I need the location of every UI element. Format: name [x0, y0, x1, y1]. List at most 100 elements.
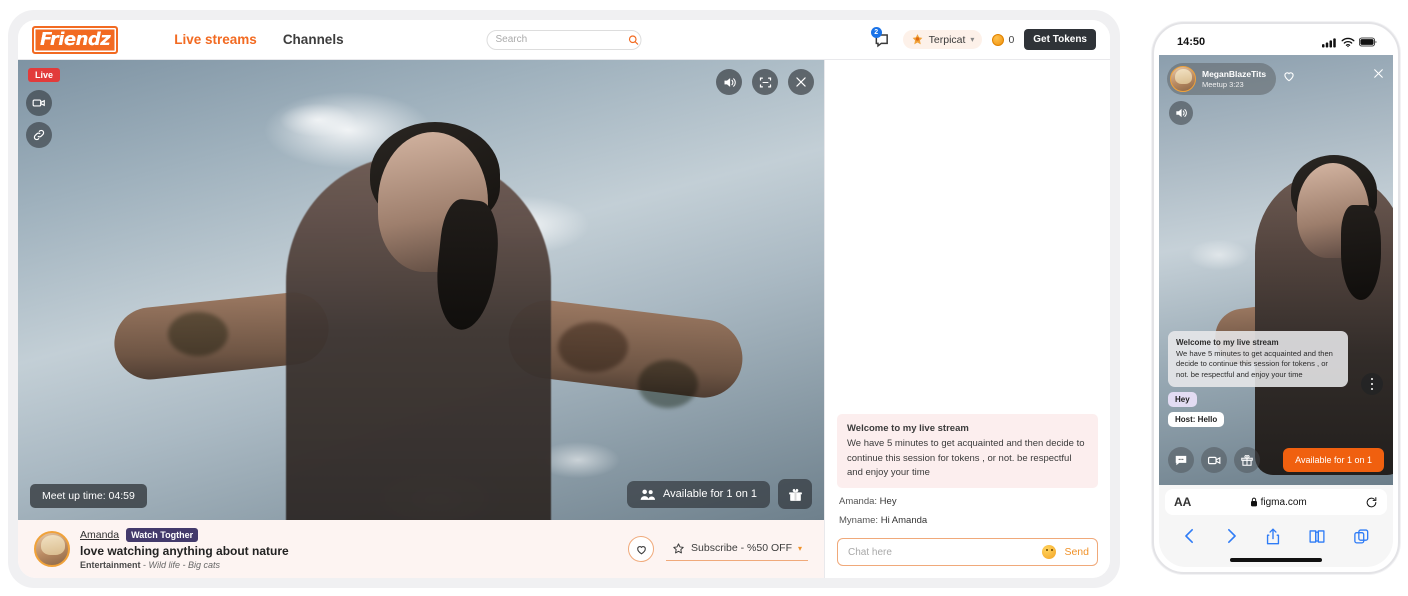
- url-box[interactable]: AA figma.com: [1165, 489, 1387, 515]
- camera-icon[interactable]: [26, 90, 52, 116]
- chevron-down-icon[interactable]: ▾: [798, 544, 802, 553]
- available-for-1on1-button[interactable]: Available for 1 on 1: [627, 480, 770, 508]
- heart-icon[interactable]: [628, 536, 655, 562]
- volume-icon: [1176, 108, 1187, 118]
- subscribe-button[interactable]: Subscribe - %50 OFF ▾: [666, 538, 808, 561]
- chat-message-author: Amanda:: [839, 496, 878, 507]
- wifi-icon: [1341, 37, 1355, 47]
- coin-icon: [992, 33, 1005, 46]
- chat-message-author: Myname:: [839, 515, 879, 526]
- chat-input-row[interactable]: Send: [837, 538, 1098, 566]
- user-menu[interactable]: Terpicat ▾: [902, 30, 983, 49]
- share-icon[interactable]: [1266, 528, 1280, 545]
- tags-label: Wild life - Big cats: [148, 560, 220, 570]
- status-time: 14:50: [1177, 36, 1206, 48]
- desktop-browser-frame: Friendz Live streams Channels Search 2 T…: [8, 10, 1120, 588]
- gift-icon[interactable]: [1234, 447, 1260, 473]
- forward-icon[interactable]: [1225, 528, 1238, 544]
- messages-button[interactable]: 2: [870, 26, 893, 50]
- more-vertical-icon[interactable]: [1361, 373, 1383, 395]
- phone-chat: Welcome to my live stream We have 5 minu…: [1168, 330, 1348, 427]
- phone-streamer-name: MeganBlazeTits: [1202, 69, 1267, 79]
- page-title: love watching anything about nature: [80, 544, 289, 558]
- send-button[interactable]: Send: [1064, 546, 1089, 558]
- chat-input[interactable]: [848, 546, 1043, 558]
- link-icon[interactable]: [26, 122, 52, 148]
- emoji-icon[interactable]: [1042, 545, 1057, 559]
- nav-item-live-streams[interactable]: Live streams: [174, 32, 257, 47]
- tabs-icon[interactable]: [1353, 528, 1369, 544]
- close-icon[interactable]: [1372, 63, 1385, 85]
- stream-info-actions: Subscribe - %50 OFF ▾: [628, 536, 808, 562]
- category-label[interactable]: Entertainment: [80, 560, 141, 570]
- search-input[interactable]: [495, 34, 628, 45]
- safari-url-bar: AA figma.com: [1159, 485, 1393, 519]
- chat-message: Myname: Hi Amanda: [837, 515, 1098, 526]
- back-icon[interactable]: [1183, 528, 1196, 544]
- phone-video-player[interactable]: MeganBlazeTits Meetup 3:23 Welcome to my…: [1159, 55, 1393, 485]
- main-nav: Live streams Channels: [174, 32, 343, 47]
- bookmarks-icon[interactable]: [1309, 529, 1325, 544]
- search-box[interactable]: [486, 29, 642, 50]
- avatar[interactable]: [1170, 66, 1196, 92]
- people-icon: [640, 489, 656, 500]
- meetup-timer: Meet up time: 04:59: [30, 484, 147, 508]
- app-body: Live Meet up time: 04:59 Available for 1…: [18, 60, 1110, 578]
- heart-icon[interactable]: [1282, 69, 1296, 83]
- stream-info-text: Amanda Watch Togther love watching anyth…: [80, 528, 289, 570]
- chat-messages: Welcome to my live stream We have 5 minu…: [825, 60, 1110, 532]
- phone-stream-hair-2: [1341, 205, 1381, 300]
- cellular-icon: [1322, 37, 1336, 47]
- phone-available-button[interactable]: Available for 1 on 1: [1283, 448, 1384, 472]
- safari-nav-bar: [1159, 519, 1393, 553]
- text-size-button[interactable]: AA: [1174, 495, 1191, 509]
- stream-categories: Entertainment - Wild life - Big cats: [80, 560, 220, 570]
- app-logo[interactable]: Friendz: [32, 25, 119, 54]
- phone-volume-button[interactable]: [1169, 101, 1193, 125]
- search-icon[interactable]: [628, 34, 640, 46]
- chat-bubble-icon[interactable]: [1168, 447, 1194, 473]
- video-camera-icon[interactable]: [1201, 447, 1227, 473]
- desktop-app: Friendz Live streams Channels Search 2 T…: [18, 20, 1110, 578]
- header-actions: 2 Terpicat ▾ 0 Get Tokens: [870, 26, 1096, 50]
- chat-panel: Welcome to my live stream We have 5 minu…: [824, 60, 1110, 578]
- watch-together-badge[interactable]: Watch Togther: [126, 528, 199, 542]
- reload-icon[interactable]: [1365, 496, 1378, 509]
- phone-action-bar: Available for 1 on 1: [1168, 447, 1384, 473]
- star-icon: [673, 542, 684, 553]
- phone-screen: 14:50 MeganBlazeTits Meetup 3:23 Welcome…: [1159, 29, 1393, 567]
- available-label: Available for 1 on 1: [663, 488, 757, 500]
- status-icons: [1322, 37, 1377, 48]
- chevron-down-icon: ▾: [970, 35, 975, 44]
- chat-message-text: Hi Amanda: [880, 515, 928, 526]
- live-badge: Live: [28, 68, 61, 82]
- battery-icon: [1359, 37, 1377, 47]
- chat-system-body: We have 5 minutes to get acquainted and …: [847, 438, 1085, 478]
- phone-chat-pill: Host: Hello: [1168, 412, 1225, 427]
- tattoo-detail-2: [558, 322, 628, 372]
- gift-icon[interactable]: [778, 479, 812, 509]
- streamer-name-link[interactable]: Amanda: [80, 529, 119, 541]
- home-indicator: [1159, 553, 1393, 567]
- video-player[interactable]: Live Meet up time: 04:59 Available for 1…: [18, 60, 824, 520]
- phone-device-frame: 14:50 MeganBlazeTits Meetup 3:23 Welcome…: [1152, 22, 1400, 574]
- stream-info-row: Amanda Watch Togther: [80, 528, 289, 542]
- volume-icon[interactable]: [716, 69, 742, 95]
- chat-message: Amanda: Hey: [837, 496, 1098, 507]
- fullscreen-icon[interactable]: [752, 69, 778, 95]
- phone-top-bar: MeganBlazeTits Meetup 3:23: [1167, 63, 1385, 95]
- token-balance[interactable]: 0: [992, 33, 1014, 46]
- get-tokens-button[interactable]: Get Tokens: [1024, 29, 1096, 50]
- chat-message-text: Hey: [879, 496, 897, 507]
- player-controls: [716, 69, 814, 95]
- nav-item-channels[interactable]: Channels: [283, 32, 344, 47]
- phone-chat-system-message: Welcome to my live stream We have 5 minu…: [1168, 330, 1348, 387]
- close-icon[interactable]: [788, 69, 814, 95]
- phone-status-bar: 14:50: [1159, 29, 1393, 55]
- avatar[interactable]: [34, 531, 70, 567]
- stream-column: Live Meet up time: 04:59 Available for 1…: [18, 60, 824, 578]
- url-text-group[interactable]: figma.com: [1197, 497, 1359, 508]
- screenshot-stage: Friendz Live streams Channels Search 2 T…: [0, 0, 1408, 596]
- phone-streamer-chip[interactable]: MeganBlazeTits Meetup 3:23: [1167, 63, 1277, 95]
- video-bottom-actions: Available for 1 on 1: [627, 479, 812, 509]
